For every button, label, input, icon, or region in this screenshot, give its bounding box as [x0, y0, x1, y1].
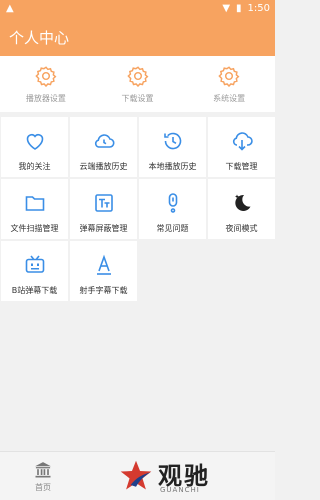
bottom-nav: 首页 观驰 GUANCHI [0, 451, 275, 500]
tile-download-manager[interactable]: 下载管理 [208, 117, 275, 177]
download-settings-button[interactable]: 下载设置 [92, 56, 184, 112]
player-settings-button[interactable]: 播放器设置 [0, 56, 92, 112]
gear-icon [35, 66, 57, 87]
text-block-icon [94, 194, 113, 212]
tv-download-icon [25, 255, 44, 273]
cloud-clock-icon [94, 134, 114, 148]
tile-label: B站弹幕下载 [11, 286, 58, 295]
folder-icon [25, 196, 44, 211]
tile-label: 弹幕屏蔽管理 [79, 224, 128, 233]
wifi-icon: ▼ [222, 3, 231, 14]
nav-home-label: 首页 [35, 483, 51, 492]
watermark-sub: GUANCHI [160, 486, 200, 494]
settings-row: 播放器设置 下载设置 系统设置 [0, 56, 275, 112]
tile-label: 下载管理 [225, 162, 258, 171]
tile-subtitle-download[interactable]: 射手字幕下载 [70, 241, 137, 301]
tile-faq[interactable]: 常见问题 [139, 179, 206, 239]
tile-label: 云端播放历史 [79, 162, 128, 171]
info-icon [168, 193, 177, 213]
tile-bilibili-danmaku[interactable]: B站弹幕下载 [1, 241, 68, 301]
tile-my-follows[interactable]: 我的关注 [1, 117, 68, 177]
battery-icon: ▮ [236, 3, 242, 14]
gear-icon [126, 66, 148, 87]
tile-cloud-history[interactable]: 云端播放历史 [70, 117, 137, 177]
history-clock-icon [163, 132, 181, 150]
tile-local-history[interactable]: 本地播放历史 [139, 117, 206, 177]
status-icons: ▼ ▮ 1:50 [222, 3, 270, 14]
feature-grid: 我的关注 云端播放历史 本地播放历史 下载管理 文件扫描管理 弹幕屏蔽管理 常见… [0, 117, 275, 301]
home-building-icon [35, 462, 51, 478]
tile-night-mode[interactable]: 夜间模式 [208, 179, 275, 239]
watermark-logo: 观驰 GUANCHI [118, 456, 238, 496]
tile-label: 本地播放历史 [148, 162, 197, 171]
tile-file-scan[interactable]: 文件扫描管理 [1, 179, 68, 239]
tile-label: 夜间模式 [225, 224, 258, 233]
tile-label: 文件扫描管理 [10, 224, 59, 233]
system-settings-label: 系统设置 [213, 94, 246, 103]
heart-icon [26, 134, 43, 150]
status-time: 1:50 [247, 3, 270, 14]
tile-label: 射手字幕下载 [79, 286, 128, 295]
system-settings-button[interactable]: 系统设置 [183, 56, 275, 112]
moon-icon [234, 194, 250, 211]
notification-icon: ▲ [6, 3, 14, 14]
nav-home[interactable]: 首页 [27, 460, 59, 493]
star-logo-icon [120, 460, 152, 490]
tile-label: 常见问题 [156, 224, 189, 233]
download-settings-label: 下载设置 [121, 94, 154, 103]
tile-label: 我的关注 [18, 162, 51, 171]
page-title: 个人中心 [9, 29, 70, 47]
status-bar: ▲ ▼ ▮ 1:50 [0, 0, 275, 18]
gear-icon [218, 66, 240, 87]
tile-danmaku-block[interactable]: 弹幕屏蔽管理 [70, 179, 137, 239]
app-header: 个人中心 [0, 18, 275, 56]
subtitle-a-icon [96, 254, 111, 275]
player-settings-label: 播放器设置 [25, 94, 66, 103]
cloud-download-icon [232, 132, 253, 151]
